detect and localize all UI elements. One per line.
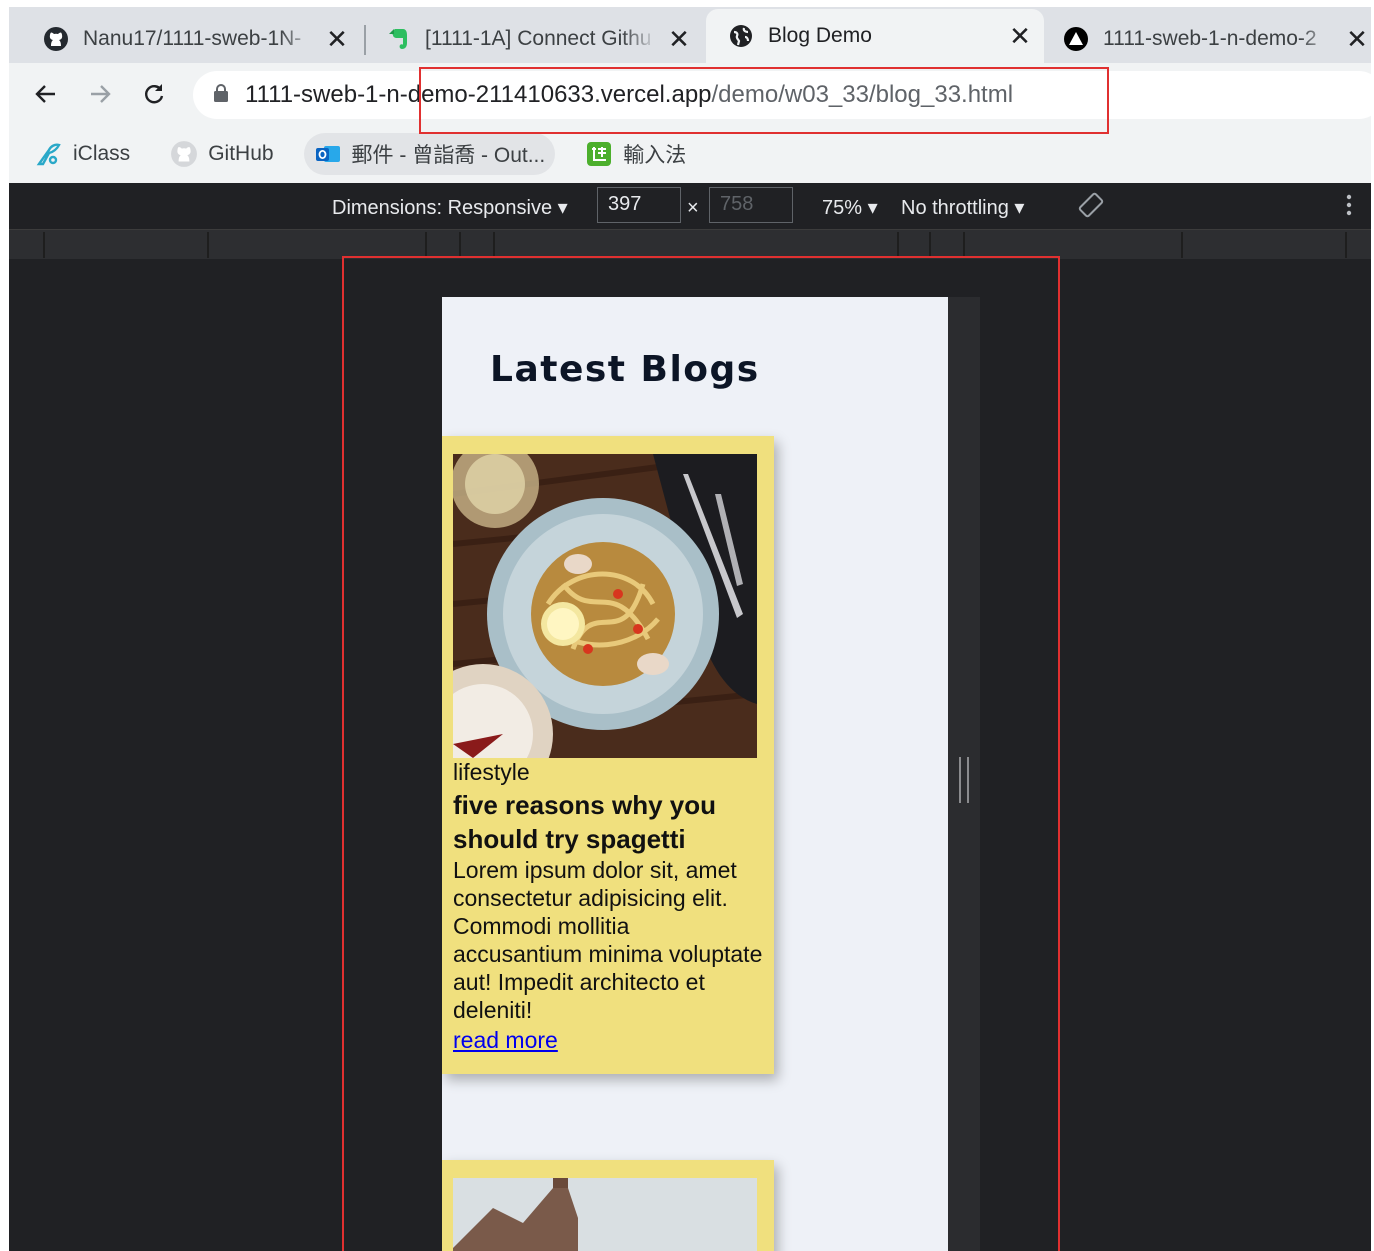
ruler-divider [897, 232, 899, 258]
caret-down-icon: ▾ [1014, 197, 1025, 219]
evernote-icon [385, 26, 411, 52]
reload-button[interactable] [135, 75, 173, 113]
ruler-divider [1345, 232, 1347, 258]
tab-close-icon[interactable]: ✕ [665, 25, 693, 53]
caret-down-icon: ▾ [557, 197, 568, 219]
tab-evernote[interactable]: [1111-1A] Connect Githu ✕ [363, 15, 703, 63]
throttling-label: No throttling [901, 197, 1009, 219]
speed-input-icon [585, 140, 613, 168]
arrow-left-icon [35, 85, 55, 103]
back-button[interactable] [27, 75, 65, 113]
ruler-divider [963, 232, 965, 258]
bookmark-label: 輸入法 [623, 144, 687, 167]
dimensions-dropdown[interactable]: Dimensions: Responsive ▾ [332, 195, 568, 220]
bookmark-outlook[interactable]: 郵件 - 曾詣喬 - Out... [303, 133, 556, 175]
ruler-divider [493, 232, 495, 258]
vercel-icon [1063, 26, 1089, 52]
tab-github-repo[interactable]: Nanu17/1111-sweb-1N- ✕ [21, 15, 361, 63]
outlook-icon [314, 140, 342, 168]
times-separator: × [687, 197, 699, 219]
github-icon [170, 140, 198, 168]
reload-icon [145, 84, 164, 104]
arrow-right-icon [91, 85, 111, 103]
media-query-bar [9, 229, 1371, 259]
lock-icon [213, 83, 229, 107]
width-input[interactable]: 397 [597, 187, 681, 223]
tab-title: 1111-sweb-1-n-demo-2 [1103, 27, 1317, 50]
tab-title: [1111-1A] Connect Githu [425, 27, 652, 50]
ruler-divider [425, 232, 427, 258]
bookmark-input-method[interactable]: 輸入法 [581, 133, 696, 175]
bookmark-iclass[interactable]: iClass [31, 133, 140, 175]
tab-blog-demo[interactable]: Blog Demo ✕ [706, 9, 1044, 63]
device-toolbar: Dimensions: Responsive ▾ 397 × 758 75% ▾… [9, 183, 1371, 229]
tab-title: Nanu17/1111-sweb-1N- [83, 27, 302, 50]
more-options-icon[interactable] [1343, 191, 1355, 225]
tab-strip: Nanu17/1111-sweb-1N- ✕ [1111-1A] Connect… [9, 7, 1371, 63]
tab-title: Blog Demo [768, 24, 872, 47]
globe-icon [728, 23, 754, 49]
ruler-divider [459, 232, 461, 258]
github-icon [43, 26, 69, 52]
bookmark-label: 郵件 - 曾詣喬 - Out... [351, 144, 546, 167]
tab-vercel-deploy[interactable]: 1111-sweb-1-n-demo-2 ✕ [1045, 15, 1371, 63]
caret-down-icon: ▾ [867, 197, 878, 219]
browser-window: Nanu17/1111-sweb-1N- ✕ [1111-1A] Connect… [9, 7, 1371, 1251]
bookmark-label: iClass [73, 142, 131, 165]
bookmark-label: GitHub [208, 142, 274, 165]
viewport-highlight-annotation [342, 256, 1060, 1251]
ruler-divider [1181, 232, 1183, 258]
forward-button[interactable] [81, 75, 119, 113]
bookmark-github[interactable]: GitHub [166, 133, 283, 175]
iclass-icon [35, 140, 63, 168]
ruler-divider [929, 232, 931, 258]
rotate-icon[interactable] [1077, 191, 1105, 225]
ruler-divider [43, 232, 45, 258]
throttling-dropdown[interactable]: No throttling ▾ [901, 195, 1024, 220]
tab-close-icon[interactable]: ✕ [1006, 22, 1034, 50]
zoom-dropdown[interactable]: 75% ▾ [822, 195, 878, 220]
ruler-divider [207, 232, 209, 258]
height-input[interactable]: 758 [709, 187, 793, 223]
dimensions-label: Dimensions: Responsive [332, 197, 553, 219]
url-highlight-annotation [419, 67, 1109, 134]
tab-close-icon[interactable]: ✕ [1343, 25, 1371, 53]
tab-close-icon[interactable]: ✕ [323, 25, 351, 53]
zoom-label: 75% [822, 197, 863, 219]
